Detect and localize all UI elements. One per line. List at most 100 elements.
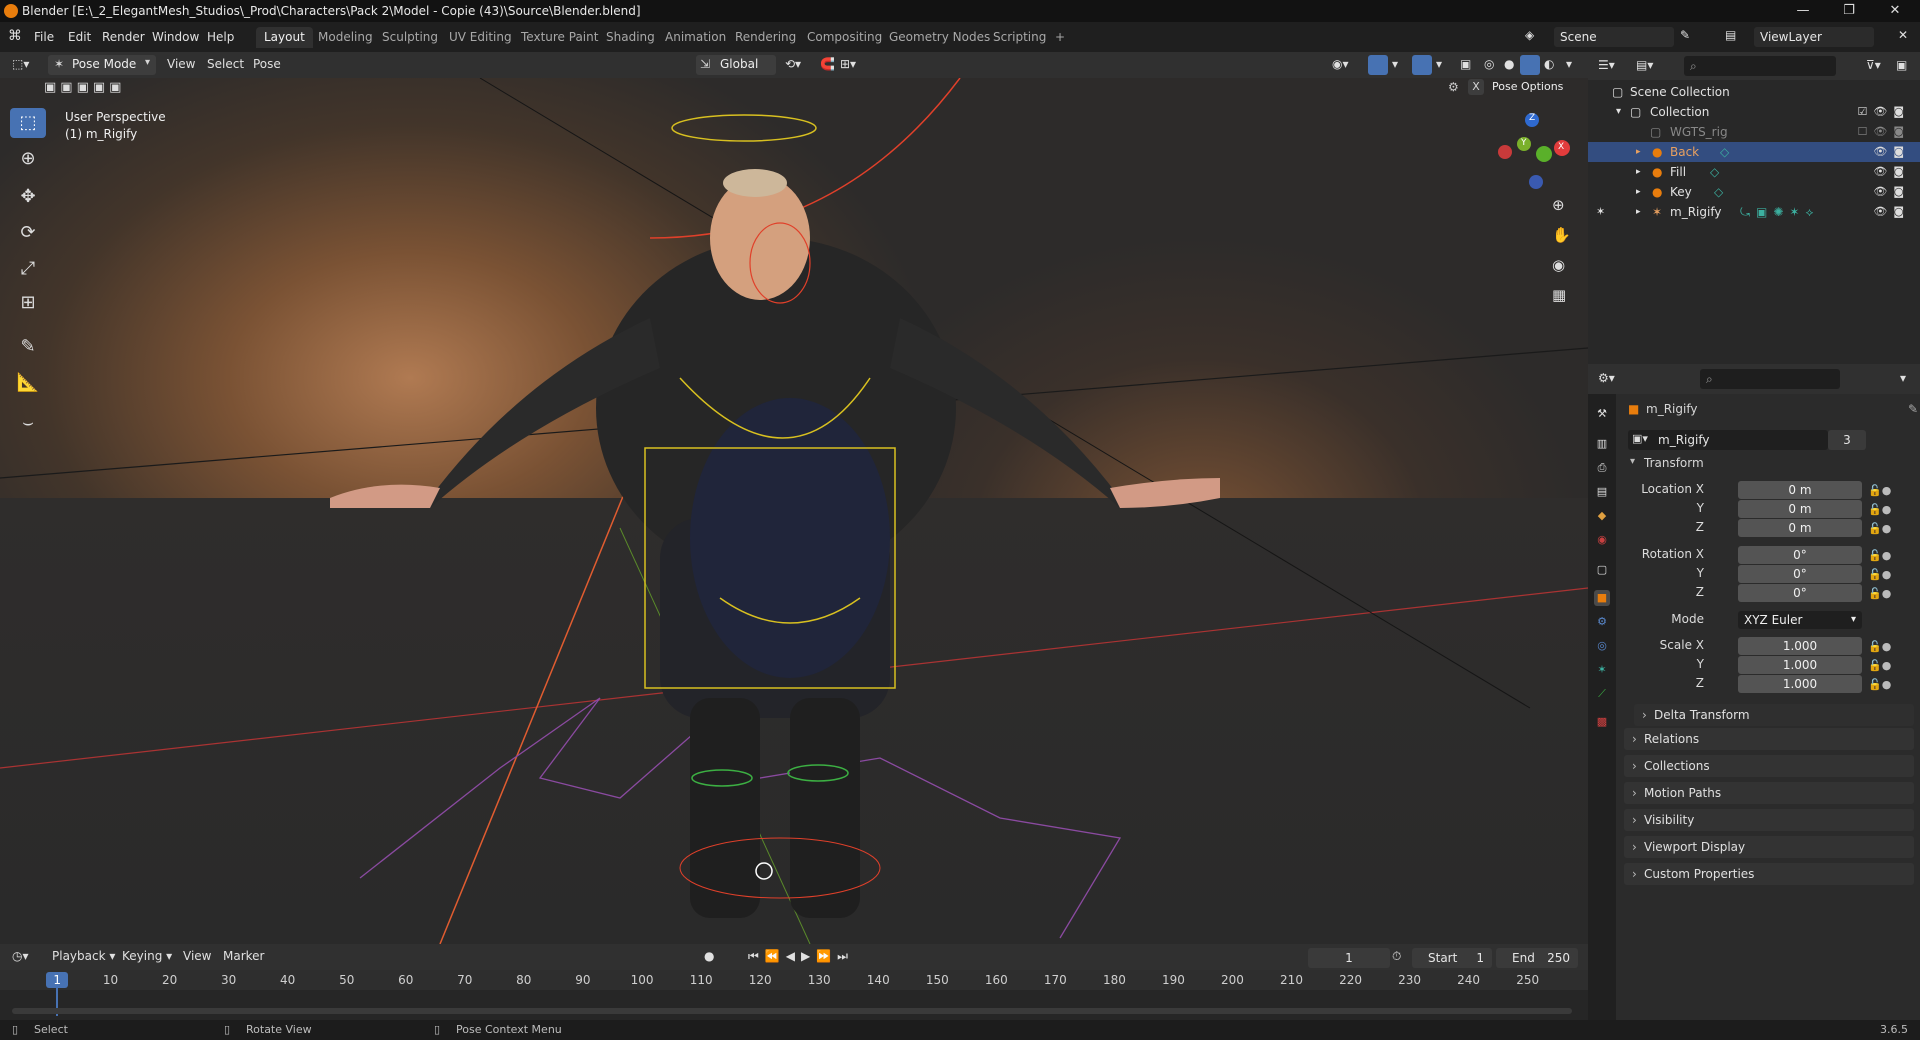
pose-options-dropdown[interactable]: Pose Options — [1492, 80, 1563, 93]
properties-options-chevron-icon[interactable]: ▾ — [1900, 371, 1906, 385]
scale-x-field[interactable]: 1.000 — [1738, 637, 1862, 655]
gizmo-z-label[interactable]: Z — [1529, 113, 1535, 123]
menu-window[interactable]: Window — [152, 30, 199, 44]
filter-icon[interactable]: ⊽▾ — [1866, 58, 1881, 72]
properties-editor-icon[interactable]: ⚙▾ — [1598, 371, 1615, 385]
properties-search-input[interactable]: ⌕ — [1700, 369, 1840, 389]
view-layer-tab-icon[interactable]: ▤ — [1594, 484, 1610, 500]
shading-dropdown-icon[interactable]: ▾ — [1566, 57, 1572, 71]
eye-camera-icons[interactable]: 👁◙ — [1873, 142, 1910, 162]
pin-icon[interactable]: ✎ — [1680, 28, 1690, 42]
tab-animation[interactable]: Animation — [657, 27, 734, 48]
timeline-scrollbar[interactable] — [12, 1008, 1572, 1014]
annotate-tool-icon[interactable]: ✎ — [10, 332, 46, 362]
scale-y-field[interactable]: 1.000 — [1738, 656, 1862, 674]
output-tab-icon[interactable]: ⎙ — [1594, 460, 1610, 476]
gizmo-x-label[interactable]: X — [1558, 142, 1564, 152]
tab-scripting[interactable]: Scripting — [985, 27, 1054, 48]
gizmo-dropdown-icon[interactable]: ▾ — [1392, 57, 1398, 71]
rotation-y-field[interactable]: 0° — [1738, 565, 1862, 583]
record-icon[interactable]: ● — [704, 949, 714, 963]
menu-pose[interactable]: Pose — [253, 57, 281, 71]
object-tab-icon[interactable]: ■ — [1594, 590, 1610, 606]
tab-geometry-nodes[interactable]: Geometry Nodes — [881, 27, 998, 48]
outliner-editor-icon[interactable]: ☰▾ — [1598, 58, 1615, 72]
bone-tab-icon[interactable]: ⟋ — [1594, 686, 1610, 702]
xray-icon[interactable]: ▣ — [1460, 57, 1471, 71]
relax-pose-tool-icon[interactable]: ⌣ — [10, 408, 46, 438]
restore-icon[interactable]: ❐ — [1826, 0, 1872, 22]
menu-keying[interactable]: Keying ▾ — [122, 949, 172, 963]
menu-render[interactable]: Render — [102, 30, 145, 44]
current-frame-field[interactable]: 1 — [1308, 948, 1390, 968]
lock-icons-scale[interactable]: 🔓● 🔓● 🔓● — [1868, 637, 1891, 694]
eye-camera-icons[interactable]: 👁◙ — [1873, 162, 1910, 182]
scale-tool-icon[interactable]: ⤢ — [10, 254, 46, 284]
lock-icons-rotation[interactable]: 🔓● 🔓● 🔓● — [1868, 546, 1891, 603]
panel-relations[interactable]: Relations — [1624, 728, 1914, 750]
collection-tab-icon[interactable]: ▢ — [1594, 562, 1610, 578]
view-layer-icon[interactable]: ▤ — [1725, 28, 1736, 42]
eye-camera-icons[interactable]: 👁◙ — [1873, 182, 1910, 202]
snap-target-icon[interactable]: ⊞▾ — [840, 57, 856, 71]
location-y-field[interactable]: 0 m — [1738, 500, 1862, 518]
start-frame-field[interactable]: Start 1 — [1412, 948, 1492, 968]
end-frame-field[interactable]: End 250 — [1496, 948, 1578, 968]
close-icon[interactable]: ✕ — [1872, 0, 1918, 22]
display-mode-icon[interactable]: ▤▾ — [1636, 58, 1653, 72]
texture-tab-icon[interactable]: ▩ — [1594, 714, 1610, 730]
panel-visibility[interactable]: Visibility — [1624, 809, 1914, 831]
cursor-tool-icon[interactable]: ⊕ — [10, 144, 46, 174]
tab-sculpting[interactable]: Sculpting — [374, 27, 446, 48]
playback-controls-icons[interactable]: ⏮⏪◀▶⏩⏭ — [748, 949, 854, 964]
move-tool-icon[interactable]: ✥ — [10, 182, 46, 212]
gizmo-toggle-icon[interactable] — [1368, 55, 1388, 75]
user-count[interactable]: 3 — [1828, 430, 1866, 450]
camera-view-icon[interactable]: ◉ — [1552, 256, 1565, 274]
checkbox-eye-camera-icons[interactable]: ☑👁◙ — [1858, 102, 1911, 122]
location-x-field[interactable]: 0 m — [1738, 481, 1862, 499]
orientation-dropdown[interactable]: ⇲ Global — [696, 55, 776, 75]
mode-dropdown[interactable]: ✶ Pose Mode ▾ — [48, 55, 156, 75]
scale-z-field[interactable]: 1.000 — [1738, 675, 1862, 693]
rotation-x-field[interactable]: 0° — [1738, 546, 1862, 564]
object-name-field[interactable]: m_Rigify — [1628, 430, 1828, 450]
3d-viewport[interactable]: User Perspective (1) m_Rigify Z Y X ⊕ ✋ … — [0, 78, 1588, 944]
panel-delta-transform[interactable]: Delta Transform — [1634, 704, 1914, 726]
rotation-mode-dropdown[interactable]: XYZ Euler ▾ — [1738, 611, 1862, 629]
outliner-row-back[interactable]: ▸ ● Back ◇ 👁◙ — [1588, 142, 1920, 162]
snap-icon[interactable]: 🧲 — [820, 57, 835, 71]
transform-affect-icon[interactable]: ⚙ — [1448, 80, 1459, 94]
rendered-shading-icon[interactable]: ◐ — [1544, 57, 1554, 71]
object-data-tab-icon[interactable]: ✶ — [1594, 662, 1610, 678]
menu-marker[interactable]: Marker — [223, 949, 264, 963]
outliner-row-scene-collection[interactable]: ▢ Scene Collection — [1588, 82, 1920, 102]
menu-help[interactable]: Help — [207, 30, 234, 44]
visibility-icon[interactable]: ◉▾ — [1332, 57, 1349, 71]
tab-modeling[interactable]: Modeling — [310, 27, 381, 48]
overlay-toggle-icon[interactable] — [1412, 55, 1432, 75]
solid-shading-icon[interactable]: ● — [1504, 57, 1514, 71]
timeline[interactable]: 1 10 20 30 40 50 60 70 80 90 100 110 120 130 140 150 160… — [0, 970, 1588, 1020]
overlay-dropdown-icon[interactable]: ▾ — [1436, 57, 1442, 71]
modifier-tab-icon[interactable]: ⚙ — [1594, 614, 1610, 630]
scene-selector-icon[interactable]: ◈ — [1525, 28, 1534, 42]
new-collection-icon[interactable]: ▣ — [1896, 58, 1907, 72]
tab-layout[interactable]: Layout — [256, 27, 313, 48]
transform-panel-title[interactable]: Transform — [1644, 456, 1704, 470]
selection-mode-icons[interactable]: ▣▣▣▣▣ — [44, 80, 125, 95]
ortho-grid-icon[interactable]: ▦ — [1552, 286, 1566, 304]
panel-custom-properties[interactable]: Custom Properties — [1624, 863, 1914, 885]
menu-timeline-view[interactable]: View — [183, 949, 211, 963]
pin-icon[interactable]: ✎ — [1908, 402, 1918, 416]
checkbox-eye-camera-icons[interactable]: ☐👁◙ — [1858, 122, 1911, 142]
menu-edit[interactable]: Edit — [68, 30, 91, 44]
blender-menu-icon[interactable]: ⌘ — [8, 28, 22, 44]
measure-tool-icon[interactable]: 📐 — [10, 368, 46, 398]
wireframe-shading-icon[interactable]: ◎ — [1484, 57, 1494, 71]
menu-select[interactable]: Select — [207, 57, 244, 71]
outliner-row-key[interactable]: ▸ ● Key ◇ 👁◙ — [1588, 182, 1920, 202]
location-z-field[interactable]: 0 m — [1738, 519, 1862, 537]
scene-field[interactable]: Scene — [1554, 27, 1674, 47]
select-box-tool-icon[interactable]: ⬚ — [10, 108, 46, 138]
